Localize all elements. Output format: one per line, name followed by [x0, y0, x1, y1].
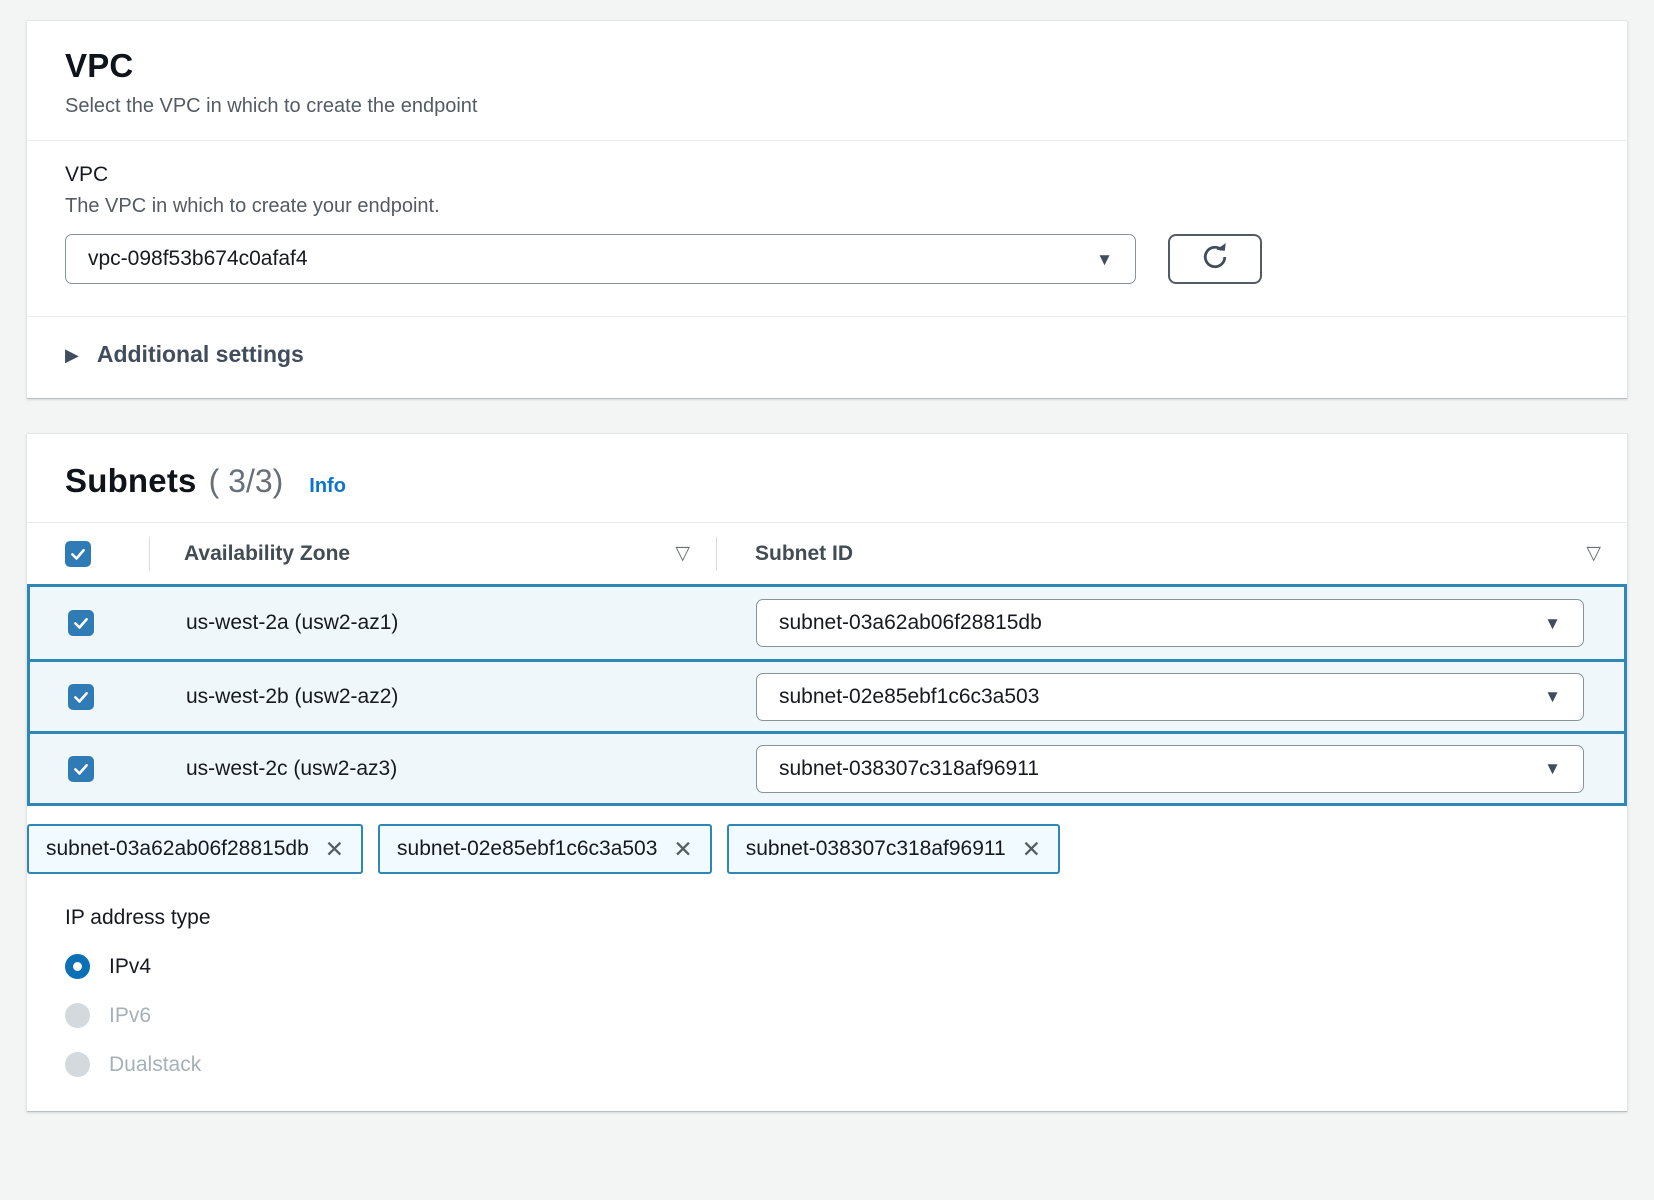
- radio-label: Dualstack: [109, 1053, 201, 1077]
- info-link[interactable]: Info: [309, 475, 346, 498]
- vpc-select[interactable]: vpc-098f53b674c0afaf4 ▼: [65, 234, 1136, 284]
- subnets-card-title: Subnets: [65, 462, 197, 500]
- subnet-select[interactable]: subnet-038307c318af96911 ▼: [756, 745, 1584, 793]
- availability-zone-cell: us-west-2b (usw2-az2): [152, 685, 718, 709]
- page: VPC Select the VPC in which to create th…: [0, 0, 1654, 1112]
- subnets-card: Subnets ( 3/3) Info Availability Zone ▽ …: [26, 433, 1628, 1112]
- subnet-select-value: subnet-038307c318af96911: [779, 757, 1039, 781]
- radio-label: IPv4: [109, 955, 151, 979]
- vpc-select-value: vpc-098f53b674c0afaf4: [88, 247, 308, 271]
- subnet-token: subnet-038307c318af96911 ✕: [727, 824, 1060, 874]
- refresh-icon: [1199, 241, 1231, 278]
- ip-address-type-group: IP address type IPv4 IPv6 Dualstack: [27, 874, 1627, 1077]
- chevron-down-icon: ▼: [1544, 760, 1561, 777]
- row-checkbox[interactable]: [68, 756, 94, 782]
- token-label: subnet-038307c318af96911: [746, 837, 1006, 861]
- table-row: us-west-2a (usw2-az1) subnet-03a62ab06f2…: [30, 587, 1624, 659]
- vpc-field-description: The VPC in which to create your endpoint…: [65, 195, 1589, 218]
- radio-ipv6: IPv6: [65, 1003, 1589, 1028]
- radio-disabled-icon: [65, 1003, 90, 1028]
- subnet-select-value: subnet-02e85ebf1c6c3a503: [779, 685, 1039, 709]
- ip-address-type-label: IP address type: [65, 906, 1589, 930]
- vpc-field-label: VPC: [65, 163, 1589, 187]
- vpc-card: VPC Select the VPC in which to create th…: [26, 20, 1628, 399]
- radio-dualstack: Dualstack: [65, 1052, 1589, 1077]
- radio-ipv4[interactable]: IPv4: [65, 954, 1589, 979]
- subnet-select-value: subnet-03a62ab06f28815db: [779, 611, 1042, 635]
- selected-subnet-tokens: subnet-03a62ab06f28815db ✕ subnet-02e85e…: [27, 824, 1627, 874]
- vpc-card-title: VPC: [65, 47, 1589, 85]
- subnet-token: subnet-03a62ab06f28815db ✕: [27, 824, 363, 874]
- table-row: us-west-2b (usw2-az2) subnet-02e85ebf1c6…: [30, 659, 1624, 731]
- chevron-down-icon: ▼: [1544, 615, 1561, 632]
- subnets-card-header: Subnets ( 3/3) Info: [27, 434, 1627, 522]
- token-label: subnet-03a62ab06f28815db: [46, 837, 309, 861]
- subnets-table-header: Availability Zone ▽ Subnet ID ▽: [27, 522, 1627, 584]
- column-header-subnet-id: Subnet ID: [755, 542, 853, 566]
- radio-selected-icon: [65, 954, 90, 979]
- vpc-card-subtitle: Select the VPC in which to create the en…: [65, 95, 1589, 118]
- sort-icon[interactable]: ▽: [1586, 542, 1601, 565]
- vpc-card-header: VPC Select the VPC in which to create th…: [27, 21, 1627, 140]
- row-checkbox[interactable]: [68, 684, 94, 710]
- subnet-token: subnet-02e85ebf1c6c3a503 ✕: [378, 824, 712, 874]
- subnet-select[interactable]: subnet-02e85ebf1c6c3a503 ▼: [756, 673, 1584, 721]
- radio-disabled-icon: [65, 1052, 90, 1077]
- sort-icon[interactable]: ▽: [675, 542, 690, 565]
- availability-zone-cell: us-west-2c (usw2-az3): [152, 757, 718, 781]
- select-all-checkbox[interactable]: [65, 541, 91, 567]
- subnet-select[interactable]: subnet-03a62ab06f28815db ▼: [756, 599, 1584, 647]
- token-label: subnet-02e85ebf1c6c3a503: [397, 837, 657, 861]
- subnets-table-body: us-west-2a (usw2-az1) subnet-03a62ab06f2…: [27, 584, 1627, 806]
- availability-zone-cell: us-west-2a (usw2-az1): [152, 611, 718, 635]
- refresh-button[interactable]: [1168, 234, 1262, 284]
- radio-label: IPv6: [109, 1004, 151, 1028]
- token-dismiss-icon[interactable]: ✕: [673, 838, 692, 861]
- column-header-availability-zone: Availability Zone: [184, 542, 350, 566]
- table-row: us-west-2c (usw2-az3) subnet-038307c318a…: [30, 731, 1624, 803]
- expander-arrow-icon: ▶: [65, 346, 79, 364]
- additional-settings-expander[interactable]: ▶ Additional settings: [27, 317, 1627, 398]
- chevron-down-icon: ▼: [1544, 688, 1561, 705]
- additional-settings-label: Additional settings: [97, 341, 304, 368]
- subnets-counter: ( 3/3): [209, 463, 284, 500]
- vpc-field-group: VPC The VPC in which to create your endp…: [27, 141, 1627, 316]
- token-dismiss-icon[interactable]: ✕: [1022, 838, 1041, 861]
- spacer: [27, 1077, 1627, 1111]
- token-dismiss-icon[interactable]: ✕: [325, 838, 344, 861]
- row-checkbox[interactable]: [68, 610, 94, 636]
- chevron-down-icon: ▼: [1096, 251, 1113, 268]
